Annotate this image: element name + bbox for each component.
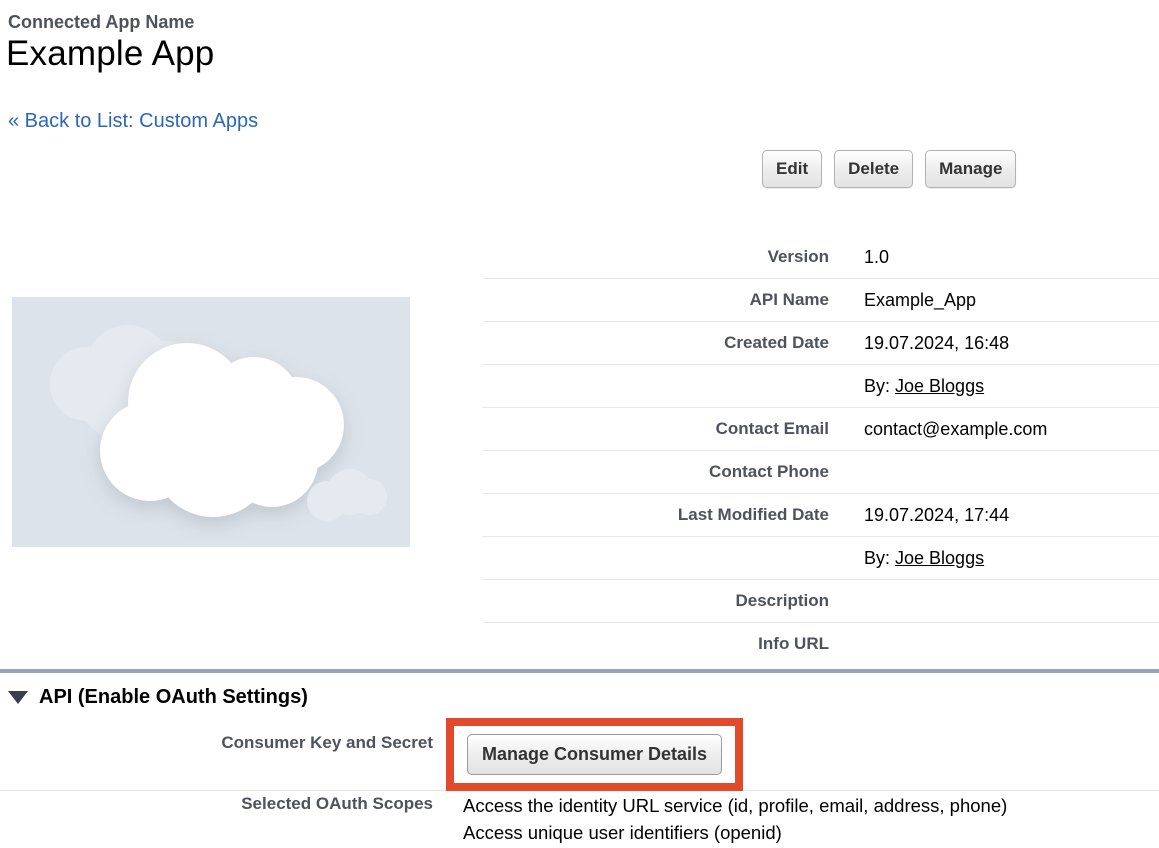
section-divider — [0, 669, 1159, 673]
field-value: Example_App — [829, 279, 1159, 322]
selected-oauth-scopes-label: Selected OAuth Scopes — [0, 794, 433, 814]
table-row: Description — [483, 580, 1159, 623]
field-label: API Name — [483, 279, 829, 322]
field-value: 19.07.2024, 17:44 — [829, 494, 1159, 537]
table-row: Info URL — [483, 623, 1159, 666]
connected-app-name-label: Connected App Name — [8, 12, 194, 33]
by-prefix: By: — [864, 376, 890, 396]
manage-button[interactable]: Manage — [925, 150, 1016, 188]
toolbar: Edit Delete Manage — [762, 150, 1016, 188]
oauth-scope-item: Access unique user identifiers (openid) — [463, 819, 1153, 846]
field-value — [829, 623, 1159, 666]
table-row: Last Modified Date 19.07.2024, 17:44 — [483, 494, 1159, 537]
red-highlight-annotation: Manage Consumer Details — [446, 718, 743, 791]
field-label: Info URL — [483, 623, 829, 666]
field-label — [483, 537, 829, 580]
field-label: Contact Email — [483, 408, 829, 451]
oauth-scope-item: Access the identity URL service (id, pro… — [463, 792, 1153, 819]
connected-app-detail-page: Connected App Name Example App « Back to… — [0, 0, 1159, 848]
field-label: Created Date — [483, 322, 829, 365]
table-row: Created Date 19.07.2024, 16:48 — [483, 322, 1159, 365]
oauth-scopes-list: Access the identity URL service (id, pro… — [463, 792, 1153, 846]
field-label: Contact Phone — [483, 451, 829, 494]
app-detail-table: Version 1.0 API Name Example_App Created… — [483, 236, 1159, 665]
table-row: By:Joe Bloggs — [483, 537, 1159, 580]
field-value: 19.07.2024, 16:48 — [829, 322, 1159, 365]
delete-button[interactable]: Delete — [834, 150, 913, 188]
edit-button[interactable]: Edit — [762, 150, 822, 188]
field-label: Version — [483, 236, 829, 279]
modified-by-user-link[interactable]: Joe Bloggs — [895, 548, 984, 568]
modified-by-value: By:Joe Bloggs — [829, 537, 1159, 580]
oauth-section-title: API (Enable OAuth Settings) — [39, 686, 308, 709]
app-logo-cloud-image — [12, 297, 410, 547]
back-to-list-link[interactable]: « Back to List: Custom Apps — [8, 110, 258, 133]
small-cloud-icon — [307, 469, 387, 519]
field-label: Description — [483, 580, 829, 623]
table-row: Version 1.0 — [483, 236, 1159, 279]
field-label: Last Modified Date — [483, 494, 829, 537]
page-title: Example App — [6, 34, 214, 74]
table-row: By:Joe Bloggs — [483, 365, 1159, 408]
field-value: contact@example.com — [829, 408, 1159, 451]
by-prefix: By: — [864, 548, 890, 568]
created-by-value: By:Joe Bloggs — [829, 365, 1159, 408]
created-by-user-link[interactable]: Joe Bloggs — [895, 376, 984, 396]
consumer-key-secret-label: Consumer Key and Secret — [0, 733, 433, 753]
triangle-down-icon — [8, 691, 28, 704]
field-value: 1.0 — [829, 236, 1159, 279]
table-row: API Name Example_App — [483, 279, 1159, 322]
table-row: Contact Phone — [483, 451, 1159, 494]
field-value — [829, 451, 1159, 494]
field-value — [829, 580, 1159, 623]
oauth-section-header[interactable]: API (Enable OAuth Settings) — [8, 686, 308, 709]
table-row: Contact Email contact@example.com — [483, 408, 1159, 451]
cloud-icon — [100, 343, 330, 510]
manage-consumer-details-button[interactable]: Manage Consumer Details — [467, 734, 722, 775]
field-label — [483, 365, 829, 408]
